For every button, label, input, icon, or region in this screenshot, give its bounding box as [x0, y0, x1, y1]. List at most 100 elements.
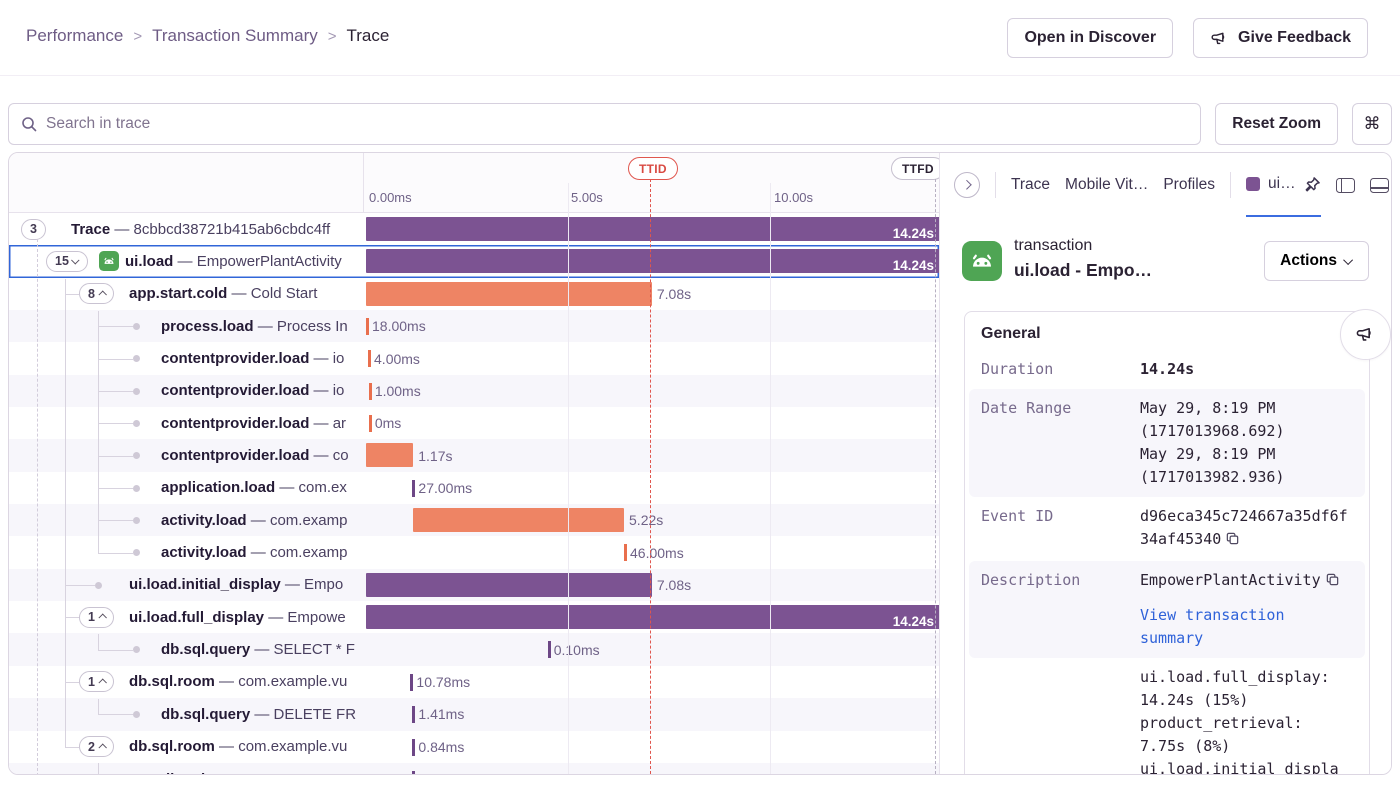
span-row-app.start.cold[interactable]: 8app.start.cold — Cold Start7.08s [9, 278, 939, 310]
span-tick[interactable] [412, 771, 415, 775]
span-duration-label: 1.41ms [418, 698, 464, 730]
span-bar[interactable]: 14.24s [366, 249, 939, 273]
span-row-application.load[interactable]: application.load — com.ex27.00ms [9, 472, 939, 504]
open-in-discover-label: Open in Discover [1024, 29, 1156, 47]
span-title: db.sql.query — INSERT OR [161, 763, 355, 775]
breadcrumb-separator: > [133, 28, 142, 45]
span-tick[interactable] [412, 480, 415, 497]
span-row-ui.load[interactable]: 15ui.load — EmpowerPlantActivity14.24s [9, 245, 939, 277]
child-count-toggle[interactable]: 8 [79, 283, 114, 304]
span-bar[interactable]: 14.24s [366, 217, 939, 241]
tab-mobile-vitals[interactable]: Mobile Vit… [1065, 176, 1148, 194]
span-row-contentprovider.load[interactable]: contentprovider.load — io1.00ms [9, 375, 939, 407]
breadcrumb-transaction-summary[interactable]: Transaction Summary [152, 26, 318, 46]
span-row-contentprovider.load[interactable]: contentprovider.load — ar0ms [9, 407, 939, 439]
span-tick[interactable] [412, 739, 415, 756]
span-tree-cell: 1 ui.load.full_display — Empowe [9, 601, 363, 633]
field-ops-breakdown: Ops Breakdown ui.load.full_display: 14.2… [969, 658, 1365, 775]
span-title: application.load — com.ex [161, 472, 347, 504]
span-tick[interactable] [369, 383, 372, 400]
span-title: ui.load.full_display — Empowe [129, 601, 346, 633]
span-duration-label: 14.24s [893, 253, 934, 277]
field-duration: Duration 14.24s [969, 350, 1365, 389]
leaf-dot [133, 549, 140, 556]
span-row-db.sql.query[interactable]: db.sql.query — INSERT OR0.70ms [9, 763, 939, 775]
tab-profiles[interactable]: Profiles [1163, 176, 1215, 194]
span-tick[interactable] [369, 415, 372, 432]
child-count-toggle[interactable]: 15 [46, 251, 88, 272]
field-event-id: Event ID d96eca345c724667a35df6f34af4534… [969, 497, 1365, 561]
span-duration-label: 14.24s [893, 221, 934, 245]
span-tree-cell: 15ui.load — EmpowerPlantActivity [9, 245, 363, 277]
copy-icon[interactable] [1225, 530, 1240, 553]
expand-drawer-button[interactable] [954, 172, 980, 198]
chevron-up-icon [98, 743, 106, 751]
axis-tick-0: 0.00ms [369, 190, 412, 205]
give-feedback-button[interactable]: Give Feedback [1193, 18, 1368, 58]
span-tick[interactable] [412, 706, 415, 723]
date-range-label: Date Range [981, 397, 1140, 489]
leaf-dot [133, 420, 140, 427]
layout-drawer-bottom-button[interactable] [1370, 178, 1389, 193]
span-row-contentprovider.load[interactable]: contentprovider.load — co1.17s [9, 439, 939, 471]
span-title: activity.load — com.examp [161, 504, 347, 536]
breadcrumb-performance[interactable]: Performance [26, 26, 123, 46]
span-row-activity.load[interactable]: activity.load — com.examp46.00ms [9, 536, 939, 568]
span-tick[interactable] [624, 544, 627, 561]
span-title: activity.load — com.examp [161, 536, 347, 568]
search-input[interactable] [46, 115, 1188, 133]
span-row-db.sql.query[interactable]: db.sql.query — SELECT * F0.10ms [9, 633, 939, 665]
tab-divider [1230, 172, 1231, 198]
span-row-db.sql.room[interactable]: 1db.sql.room — com.example.vu10.78ms [9, 666, 939, 698]
child-count-toggle[interactable]: 1 [79, 607, 114, 628]
child-count: 3 [30, 222, 37, 236]
span-row-activity.load[interactable]: activity.load — com.examp5.22s [9, 504, 939, 536]
span-tick[interactable] [410, 674, 413, 691]
span-row-process.load[interactable]: process.load — Process In18.00ms [9, 310, 939, 342]
feedback-float-button[interactable] [1340, 309, 1391, 360]
span-row-ui.load.full_display[interactable]: 1 ui.load.full_display — Empowe 14.24s [9, 601, 939, 633]
pin-icon[interactable] [1304, 176, 1321, 193]
span-row-ui.load.initial_display[interactable]: ui.load.initial_display — Empo7.08s [9, 569, 939, 601]
child-count-toggle[interactable]: 3 [21, 219, 46, 240]
trace-view-page: Performance > Transaction Summary > Trac… [0, 0, 1400, 787]
reset-zoom-button[interactable]: Reset Zoom [1215, 103, 1338, 145]
tab-ui-load-active[interactable]: ui… [1246, 153, 1321, 217]
view-transaction-summary-link[interactable]: View transaction summary [1140, 604, 1340, 650]
trace-toolbar: Reset Zoom ⌘ [8, 103, 1392, 145]
active-tab-label: ui… [1268, 175, 1296, 193]
copy-icon[interactable] [1325, 571, 1340, 594]
open-in-discover-button[interactable]: Open in Discover [1007, 18, 1173, 58]
span-bar[interactable] [366, 282, 652, 306]
shortcuts-button[interactable]: ⌘ [1352, 103, 1392, 145]
span-title: db.sql.room — com.example.vu [129, 666, 347, 698]
span-row-Trace[interactable]: 3Trace — 8cbbcd38721b415ab6cbdc4ff14.24s [9, 213, 939, 245]
span-row-contentprovider.load[interactable]: contentprovider.load — io4.00ms [9, 342, 939, 374]
span-tick[interactable] [548, 641, 551, 658]
breadcrumb: Performance > Transaction Summary > Trac… [26, 26, 389, 46]
description-label: Description [981, 569, 1140, 650]
span-tree-cell: db.sql.query — DELETE FR [9, 698, 363, 730]
chevron-up-icon [98, 290, 106, 298]
span-tick[interactable] [368, 350, 371, 367]
span-bar[interactable] [366, 443, 413, 467]
span-bar[interactable] [413, 508, 624, 532]
reset-zoom-label: Reset Zoom [1232, 115, 1321, 133]
search-box[interactable] [8, 103, 1201, 145]
child-count: 1 [88, 675, 95, 689]
child-count-toggle[interactable]: 2 [79, 736, 114, 757]
chevron-up-icon [98, 678, 106, 686]
event-type-label: transaction [1014, 237, 1092, 255]
value-line: (1717013968.692) [1140, 420, 1340, 443]
span-tick[interactable] [366, 318, 369, 335]
child-count-toggle[interactable]: 1 [79, 671, 114, 692]
tab-trace[interactable]: Trace [1011, 176, 1050, 194]
value-line: product_retrieval: 7.75s (8%) [1140, 712, 1340, 758]
actions-button[interactable]: Actions [1264, 241, 1369, 281]
breadcrumb-trace: Trace [347, 26, 390, 46]
span-row-db.sql.query[interactable]: db.sql.query — DELETE FR 1.41ms [9, 698, 939, 730]
span-bar[interactable]: 14.24s [366, 605, 939, 629]
span-bar[interactable] [366, 573, 652, 597]
span-row-db.sql.room[interactable]: 2db.sql.room — com.example.vu0.84ms [9, 731, 939, 763]
layout-drawer-left-button[interactable] [1336, 178, 1355, 193]
